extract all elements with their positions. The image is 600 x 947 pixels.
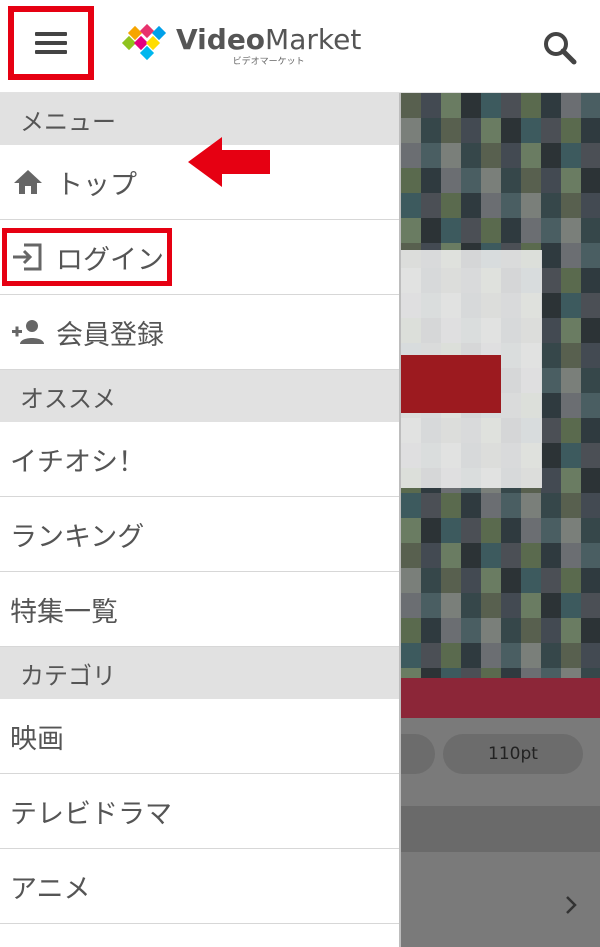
chevron-right-icon — [566, 896, 577, 914]
menu-item-label: ログイン — [56, 244, 164, 276]
login-icon — [10, 239, 46, 275]
blurred-banner-button — [401, 355, 501, 413]
menu-item-tv-drama[interactable]: テレビドラマ — [0, 774, 399, 849]
menu-item-register[interactable]: 会員登録 — [0, 295, 399, 370]
menu-item-movies[interactable]: 映画 — [0, 699, 399, 774]
section-header-recommend: オススメ — [0, 370, 399, 422]
logo-wordmark: VideoMarket — [176, 23, 362, 56]
menu-item-label: トップ — [56, 169, 137, 201]
logo-subtitle: ビデオマーケット — [232, 57, 305, 67]
logo-mark-icon — [121, 24, 167, 61]
price-pill: 110pt — [443, 734, 583, 774]
add-person-icon — [10, 314, 46, 350]
menu-button[interactable] — [8, 6, 94, 80]
blurred-band — [401, 678, 600, 718]
search-icon[interactable] — [540, 28, 580, 68]
navigation-drawer: メニュー トップ ログイン 会員登録 オススメ イチオシ！ ランキング 特集一覧… — [0, 93, 401, 947]
menu-item-ranking[interactable]: ランキング — [0, 497, 399, 572]
section-bar — [401, 806, 600, 852]
home-icon — [10, 164, 46, 200]
menu-item-anime[interactable]: アニメ — [0, 849, 399, 924]
dimmed-page-content: 110pt — [401, 93, 600, 947]
annotation-arrow-icon — [188, 137, 270, 187]
videomarket-logo[interactable]: VideoMarket ビデオマーケット — [120, 24, 361, 70]
hamburger-icon — [35, 32, 67, 54]
menu-item-label: 会員登録 — [56, 319, 164, 351]
menu-item-login[interactable]: ログイン — [0, 220, 399, 295]
menu-item-pickup[interactable]: イチオシ！ — [0, 422, 399, 497]
section-header-category: カテゴリ — [0, 647, 399, 699]
app-header: VideoMarket ビデオマーケット — [0, 0, 600, 93]
menu-item-features[interactable]: 特集一覧 — [0, 572, 399, 647]
